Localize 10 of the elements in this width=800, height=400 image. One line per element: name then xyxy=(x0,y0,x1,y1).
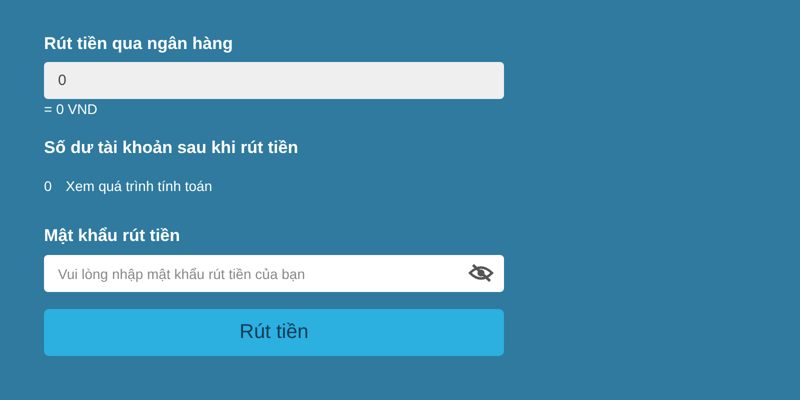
calculation-link[interactable]: Xem quá trình tính toán xyxy=(66,178,212,194)
balance-value: 0 xyxy=(44,178,52,194)
password-field[interactable]: Vui lòng nhập mật khẩu rút tiền của bạn xyxy=(44,255,504,292)
section-title: Rút tiền qua ngân hàng xyxy=(44,34,234,54)
eye-slash-icon[interactable] xyxy=(468,263,494,283)
withdraw-button[interactable]: Rút tiền xyxy=(44,309,504,356)
field-label: Mật khẩu rút tiền xyxy=(44,226,182,246)
amount-input[interactable]: 0 xyxy=(44,62,504,99)
converted-amount: = 0 VND xyxy=(44,101,98,117)
section-title: Số dư tài khoản sau khi rút tiền xyxy=(44,138,300,158)
